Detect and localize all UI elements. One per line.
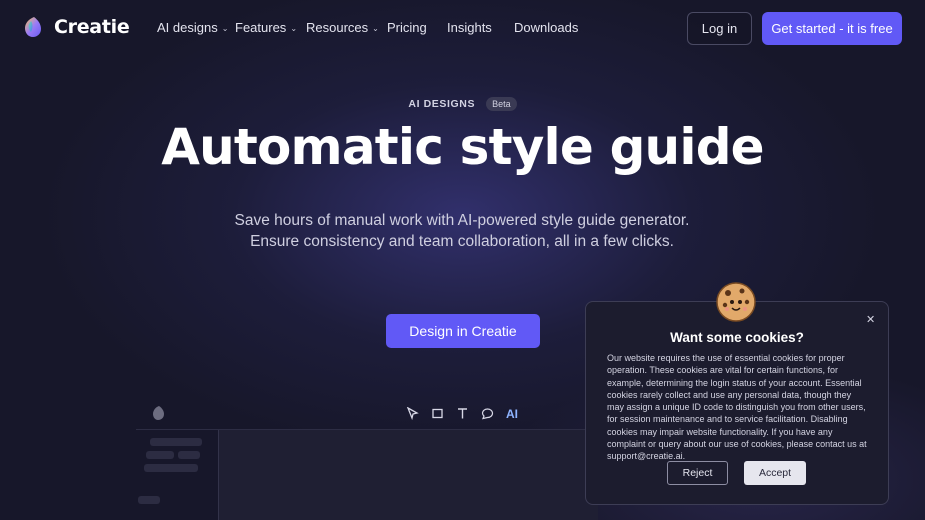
sidebar-placeholder xyxy=(144,464,198,472)
nav-item-insights[interactable]: Insights xyxy=(447,20,492,35)
frame-icon[interactable] xyxy=(431,407,444,423)
nav-item-downloads[interactable]: Downloads xyxy=(514,20,578,35)
comment-icon[interactable] xyxy=(481,407,494,423)
nav-item-label: Pricing xyxy=(387,20,427,35)
pointer-icon[interactable] xyxy=(406,406,419,423)
editor-canvas xyxy=(218,430,598,520)
get-started-button[interactable]: Get started - it is free xyxy=(762,12,902,45)
nav-item-label: Insights xyxy=(447,20,492,35)
page-title: Automatic style guide xyxy=(161,118,764,176)
design-in-creatie-button[interactable]: Design in Creatie xyxy=(386,314,540,348)
accept-cookies-button[interactable]: Accept xyxy=(744,461,806,485)
close-icon[interactable]: ✕ xyxy=(866,313,875,326)
beta-badge: Beta xyxy=(486,97,517,111)
chevron-down-icon: ⌄ xyxy=(221,24,229,33)
cookie-dialog-title: Want some cookies? xyxy=(670,330,804,345)
chevron-down-icon: ⌄ xyxy=(372,24,379,33)
eyebrow-label: AI DESIGNS xyxy=(408,98,476,110)
text-icon[interactable] xyxy=(456,407,469,423)
brand-logo[interactable]: Creatie xyxy=(22,15,130,39)
login-button[interactable]: Log in xyxy=(687,12,752,45)
cookie-dialog-body: Our website requires the use of essentia… xyxy=(607,353,867,462)
creatie-logo-icon xyxy=(22,15,46,39)
nav-item-label: Features xyxy=(235,20,287,35)
cookie-icon xyxy=(713,280,759,322)
editor-logo-icon xyxy=(151,405,167,426)
sidebar-placeholder xyxy=(150,438,202,446)
sidebar-placeholder xyxy=(138,496,160,504)
nav-item-resources[interactable]: Resources ⌄ xyxy=(306,20,379,35)
nav-item-label: Downloads xyxy=(514,20,579,35)
editor-divider xyxy=(136,429,596,430)
ai-icon[interactable]: AI xyxy=(506,407,518,421)
hero-eyebrow: AI DESIGNS Beta xyxy=(0,97,925,111)
brand-name: Creatie xyxy=(54,16,130,38)
nav-item-label: Resources xyxy=(306,20,369,35)
nav-item-features[interactable]: Features ⌄ xyxy=(235,20,297,35)
nav-item-pricing[interactable]: Pricing xyxy=(387,20,427,35)
hero-subtitle: Save hours of manual work with AI-powere… xyxy=(234,212,690,250)
sidebar-placeholder xyxy=(178,451,200,459)
sidebar-placeholder xyxy=(146,451,174,459)
nav-item-ai-designs[interactable]: AI designs ⌄ xyxy=(157,20,228,35)
chevron-down-icon: ⌄ xyxy=(290,24,298,33)
reject-cookies-button[interactable]: Reject xyxy=(667,461,728,485)
nav-item-label: AI designs xyxy=(157,20,218,35)
